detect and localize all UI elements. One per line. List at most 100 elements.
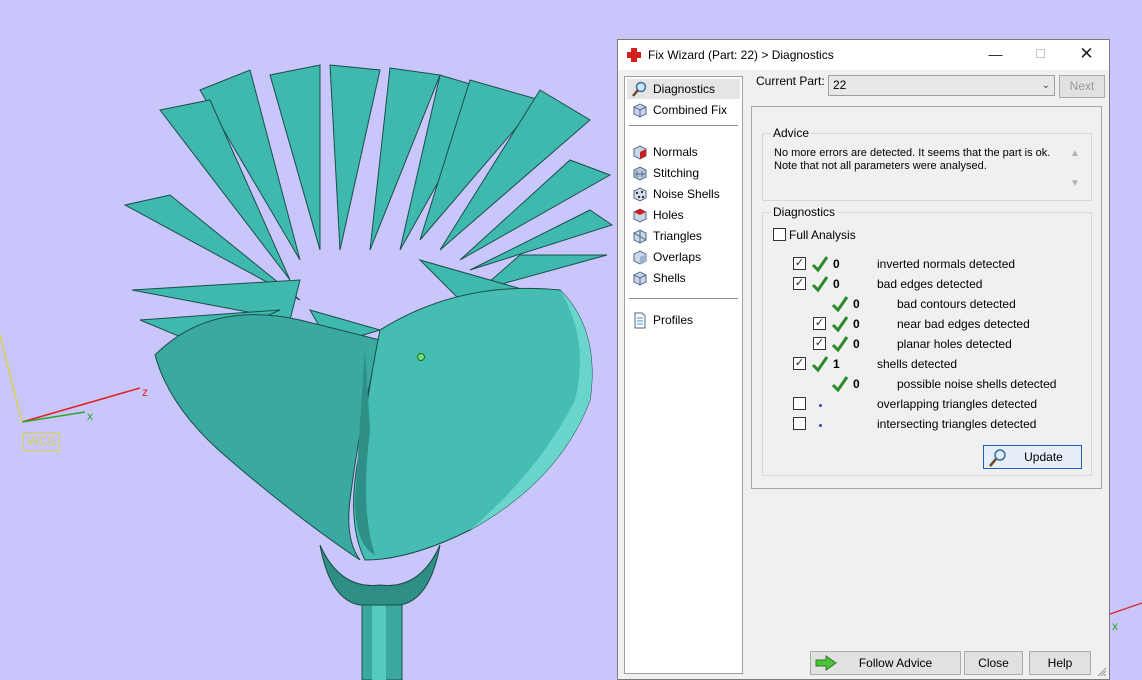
shells-count: 1 (833, 357, 840, 371)
planar-holes-checkbox[interactable]: ✓ (813, 337, 826, 350)
follow-advice-label: Follow Advice (858, 656, 933, 670)
x-axis-label: x (87, 409, 93, 423)
intersecting-triangles-checkbox[interactable] (793, 417, 806, 430)
overlaps-cube-icon (633, 250, 647, 265)
bad-contours-label: bad contours detected (897, 297, 1016, 311)
svg-text:x: x (1112, 619, 1118, 633)
bad-edges-count: 0 (833, 277, 840, 291)
nav-item-holes[interactable]: Holes (627, 205, 740, 225)
green-check-icon (831, 296, 849, 313)
z-axis-label: z (142, 385, 148, 399)
diagnostics-group: Diagnostics Full Analysis ✓ 0 inverted n… (762, 205, 1092, 476)
nav-label: Normals (653, 145, 698, 159)
z-axis-line (21, 387, 141, 423)
bad-contours-count: 0 (853, 297, 860, 311)
green-check-icon (811, 356, 829, 373)
nav-item-stitching[interactable]: Stitching (627, 163, 740, 183)
shells-checkbox[interactable]: ✓ (793, 357, 806, 370)
green-check-icon (831, 316, 849, 333)
resize-grip-icon[interactable] (1097, 667, 1107, 677)
diagnostics-title: Diagnostics (771, 205, 838, 219)
shells-cube-icon (633, 271, 647, 286)
nav-label: Shells (653, 271, 686, 285)
red-cross-icon (627, 48, 641, 62)
green-check-icon (831, 336, 849, 353)
help-button[interactable]: Help (1029, 651, 1091, 675)
dialog-title: Fix Wizard (Part: 22) > Diagnostics (648, 48, 834, 62)
nav-divider (629, 125, 738, 126)
bad-edges-checkbox[interactable]: ✓ (793, 277, 806, 290)
holes-cube-icon (633, 208, 647, 223)
nav-label: Triangles (653, 229, 702, 243)
nav-label: Diagnostics (653, 82, 716, 96)
full-analysis-label: Full Analysis (789, 228, 856, 242)
nav-label: Noise Shells (653, 187, 720, 201)
near-bad-edges-label: near bad edges detected (897, 317, 1030, 331)
full-analysis-checkbox[interactable] (773, 228, 786, 241)
noise-shells-label: possible noise shells detected (897, 377, 1057, 391)
nav-item-shells[interactable]: Shells (627, 268, 740, 288)
bad-edges-label: bad edges detected (877, 277, 983, 291)
title-bar[interactable]: Fix Wizard (Part: 22) > Diagnostics — ☐ … (618, 40, 1109, 70)
green-check-icon (811, 276, 829, 293)
minimize-button[interactable]: — (973, 40, 1018, 70)
nav-label: Stitching (653, 166, 700, 180)
fix-wizard-dialog: Fix Wizard (Part: 22) > Diagnostics — ☐ … (617, 39, 1110, 680)
noise-shells-icon (633, 187, 647, 202)
follow-advice-button[interactable]: Follow Advice (810, 651, 961, 675)
near-bad-edges-count: 0 (853, 317, 860, 331)
current-part-label: Current Part: (756, 74, 825, 88)
nav-divider (629, 298, 738, 299)
maximize-button[interactable]: ☐ (1018, 40, 1063, 70)
not-analysed-dot-icon (819, 404, 822, 407)
overlapping-triangles-checkbox[interactable] (793, 397, 806, 410)
overlapping-triangles-label: overlapping triangles detected (877, 397, 1038, 411)
chevron-down-icon: ⌄ (1041, 80, 1050, 91)
advice-group: Advice No more errors are detected. It s… (762, 126, 1092, 201)
next-button[interactable]: Next (1059, 75, 1105, 98)
stitching-cube-icon (633, 166, 647, 181)
cube-icon (633, 103, 647, 118)
triangles-cube-icon (633, 229, 647, 244)
fix-navigation-list: Diagnostics Combined Fix Normals Stitchi… (624, 76, 743, 674)
advice-title: Advice (771, 126, 812, 140)
magnifier-icon (989, 449, 1006, 467)
diagnostics-panel: Advice No more errors are detected. It s… (751, 106, 1102, 489)
noise-shells-count: 0 (853, 377, 860, 391)
nav-item-diagnostics[interactable]: Diagnostics (627, 79, 740, 99)
y-axis-line (0, 334, 23, 423)
nav-label: Holes (653, 208, 684, 222)
inverted-normals-checkbox[interactable]: ✓ (793, 257, 806, 270)
update-button[interactable]: Update (983, 445, 1082, 469)
green-check-icon (831, 376, 849, 393)
nav-item-profiles[interactable]: Profiles (627, 310, 740, 330)
update-label: Update (1024, 450, 1063, 464)
nav-label: Combined Fix (653, 103, 728, 117)
nav-label: Profiles (653, 313, 694, 327)
nav-item-normals[interactable]: Normals (627, 142, 740, 162)
near-bad-edges-checkbox[interactable]: ✓ (813, 317, 826, 330)
shells-label: shells detected (877, 357, 958, 371)
nav-label: Overlaps (653, 250, 702, 264)
green-arrow-icon (815, 655, 837, 671)
document-icon (634, 312, 646, 329)
inverted-normals-label: inverted normals detected (877, 257, 1016, 271)
not-analysed-dot-icon (819, 424, 822, 427)
advice-text: No more errors are detected. It seems th… (774, 147, 1051, 172)
green-check-icon (811, 256, 829, 273)
close-button[interactable]: Close (964, 651, 1023, 675)
close-window-button[interactable]: ✕ (1064, 40, 1109, 70)
planar-holes-count: 0 (853, 337, 860, 351)
planar-holes-label: planar holes detected (897, 337, 1012, 351)
magnifier-icon (632, 81, 647, 97)
normals-cube-icon (633, 145, 647, 160)
nav-item-noise-shells[interactable]: Noise Shells (627, 184, 740, 204)
nav-item-combined-fix[interactable]: Combined Fix (627, 100, 740, 120)
current-part-select[interactable]: 22 ⌄ (828, 75, 1055, 96)
advice-scrollbar[interactable]: ▲ ▼ (1068, 146, 1082, 192)
nav-item-triangles[interactable]: Triangles (627, 226, 740, 246)
nav-item-overlaps[interactable]: Overlaps (627, 247, 740, 267)
inverted-normals-count: 0 (833, 257, 840, 271)
wcs-label: WCS (23, 432, 60, 451)
intersecting-triangles-label: intersecting triangles detected (877, 417, 1037, 431)
